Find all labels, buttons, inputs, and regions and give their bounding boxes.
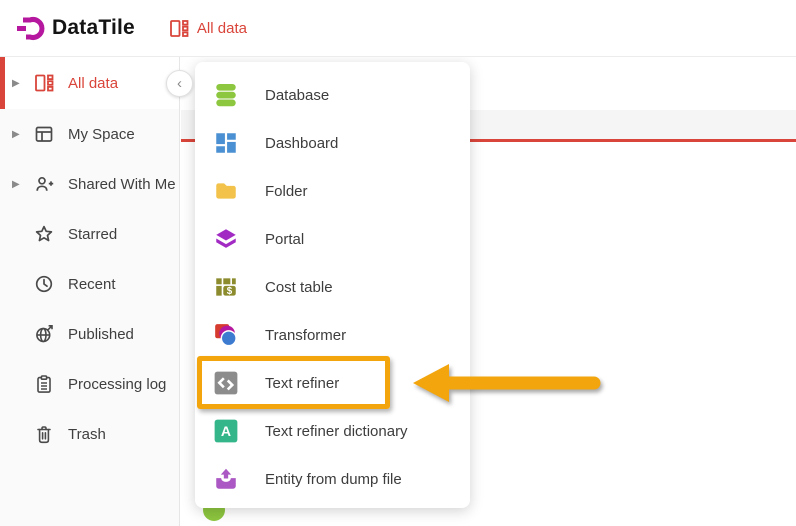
menu-item-label: Folder bbox=[265, 183, 308, 200]
menu-item-folder[interactable]: Folder bbox=[195, 167, 470, 215]
database-icon bbox=[213, 82, 239, 108]
sidebar: ▶ All data ▶ My Space ▶ bbox=[0, 57, 180, 526]
sidebar-item-my-space[interactable]: ▶ My Space bbox=[0, 109, 179, 159]
logo-text: DataTile bbox=[52, 16, 135, 40]
menu-item-label: Dashboard bbox=[265, 135, 338, 152]
svg-text:$: $ bbox=[227, 286, 233, 297]
expand-caret-icon[interactable]: ▶ bbox=[12, 129, 22, 140]
menu-item-label: Cost table bbox=[265, 279, 333, 296]
menu-item-database[interactable]: Database bbox=[195, 71, 470, 119]
portal-icon bbox=[213, 226, 239, 252]
menu-item-label: Transformer bbox=[265, 327, 346, 344]
sidebar-item-label: Recent bbox=[68, 276, 116, 293]
dashboard-icon bbox=[213, 130, 239, 156]
sidebar-item-published[interactable]: ▶ Published bbox=[0, 309, 179, 359]
sidebar-item-label: Published bbox=[68, 326, 134, 343]
menu-item-transformer[interactable]: Transformer bbox=[195, 311, 470, 359]
star-icon bbox=[34, 224, 54, 244]
breadcrumb-label: All data bbox=[197, 20, 247, 37]
globe-icon bbox=[34, 324, 54, 344]
sidebar-item-label: All data bbox=[68, 75, 118, 92]
chevron-left-icon: ‹ bbox=[177, 75, 182, 92]
transformer-icon bbox=[213, 322, 239, 348]
sidebar-item-label: Trash bbox=[68, 426, 106, 443]
menu-item-text-refiner-dictionary[interactable]: A Text refiner dictionary bbox=[195, 407, 470, 455]
datatile-logo-icon bbox=[14, 12, 46, 44]
menu-item-cost-table[interactable]: $ Cost table bbox=[195, 263, 470, 311]
dump-file-icon bbox=[213, 466, 239, 492]
menu-item-entity-from-dump-file[interactable]: Entity from dump file bbox=[195, 455, 470, 503]
sidebar-collapse-button[interactable]: ‹ bbox=[166, 70, 193, 97]
all-data-icon bbox=[34, 73, 54, 93]
sidebar-item-label: My Space bbox=[68, 126, 135, 143]
sidebar-item-all-data[interactable]: ▶ All data bbox=[0, 57, 179, 109]
menu-item-label: Portal bbox=[265, 231, 304, 248]
clock-icon bbox=[34, 274, 54, 294]
expand-caret-icon[interactable]: ▶ bbox=[12, 179, 22, 190]
menu-item-text-refiner[interactable]: Text refiner bbox=[195, 359, 470, 407]
sidebar-item-shared-with-me[interactable]: ▶ Shared With Me bbox=[0, 159, 179, 209]
app-header: DataTile All data bbox=[0, 0, 796, 57]
my-space-icon bbox=[34, 124, 54, 144]
sidebar-item-starred[interactable]: ▶ Starred bbox=[0, 209, 179, 259]
all-data-icon bbox=[169, 18, 189, 39]
menu-item-label: Entity from dump file bbox=[265, 471, 402, 488]
text-refiner-icon bbox=[213, 370, 239, 396]
sidebar-item-label: Starred bbox=[68, 226, 117, 243]
sidebar-item-label: Shared With Me bbox=[68, 176, 176, 193]
cost-table-icon: $ bbox=[213, 274, 239, 300]
svg-text:A: A bbox=[221, 423, 231, 439]
expand-caret-icon[interactable]: ▶ bbox=[12, 78, 22, 89]
sidebar-item-trash[interactable]: ▶ Trash bbox=[0, 409, 179, 459]
sidebar-item-processing-log[interactable]: ▶ Processing log bbox=[0, 359, 179, 409]
trash-icon bbox=[34, 424, 54, 444]
sidebar-item-label: Processing log bbox=[68, 376, 166, 393]
menu-item-label: Text refiner dictionary bbox=[265, 423, 408, 440]
dictionary-icon: A bbox=[213, 418, 239, 444]
create-new-menu: Database Dashboard Folder Portal bbox=[195, 62, 470, 508]
datatile-logo: DataTile bbox=[14, 12, 135, 44]
menu-item-portal[interactable]: Portal bbox=[195, 215, 470, 263]
menu-item-dashboard[interactable]: Dashboard bbox=[195, 119, 470, 167]
breadcrumb[interactable]: All data bbox=[169, 18, 247, 39]
folder-icon bbox=[213, 178, 239, 204]
sidebar-item-recent[interactable]: ▶ Recent bbox=[0, 259, 179, 309]
clipboard-icon bbox=[34, 374, 54, 394]
menu-item-label: Text refiner bbox=[265, 375, 339, 392]
person-add-icon bbox=[34, 174, 54, 194]
menu-item-label: Database bbox=[265, 87, 329, 104]
